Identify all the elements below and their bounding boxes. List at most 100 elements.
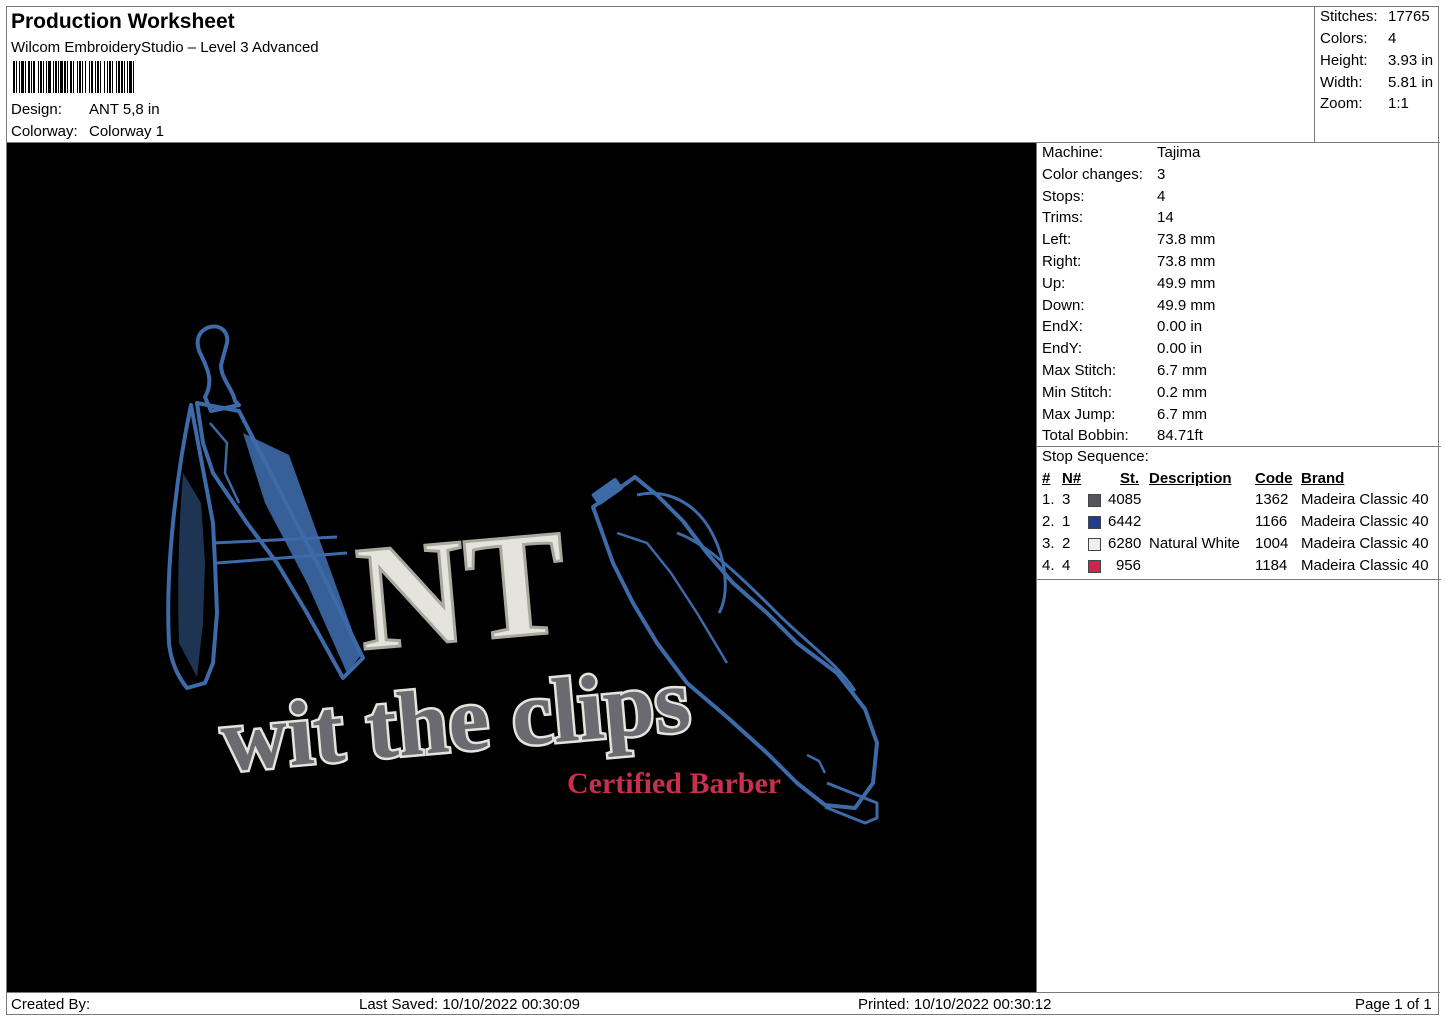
machine-info-row: Right: 73.8 mm (1042, 253, 1215, 270)
machine-info-value: 0.00 in (1157, 318, 1203, 336)
machine-info-label: Max Stitch: (1042, 362, 1117, 379)
tagline-letters: Certified Barber (567, 767, 781, 800)
embroidery-design: NT wit the clips Certified Barber (166, 324, 879, 825)
last-saved: Last Saved: 10/10/2022 00:30:09 (359, 996, 581, 1013)
design-summary: Stitches: 17765 Colors: 4 Height: 3.93 in W… (1314, 7, 1440, 142)
machine-info-label: Machine: (1042, 144, 1103, 161)
width-label: Width: (1320, 74, 1363, 91)
worksheet-footer: Created By: Last Saved: 10/10/2022 00:30… (7, 992, 1440, 1016)
machine-info-value: 73.8 mm (1157, 253, 1216, 270)
worksheet-title: Production Worksheet (11, 10, 235, 33)
design-row: Design: ANT 5,8 in (11, 101, 160, 118)
machine-info-value: 6.7 mm (1157, 405, 1208, 423)
thread-code: 1362 (1255, 491, 1289, 508)
height-value: 3.93 in (1388, 52, 1434, 69)
machine-info-label: Right: (1042, 253, 1082, 270)
machine-info-value: 3 (1157, 165, 1166, 183)
machine-info-panel: Machine: Tajima Color changes: 3 Stops: 4 Trim… (1036, 143, 1441, 992)
width-value: 5.81 in (1388, 74, 1434, 91)
stop-sequence-row: 3. 2 6280 Natural White 1004 Madeira Classic … (1037, 535, 1441, 557)
zoom-value: 1:1 (1388, 95, 1409, 112)
color-swatch-icon (1088, 560, 1101, 573)
machine-info-value: 84.71ft (1157, 427, 1203, 445)
thread-brand: Madeira Classic 40 (1301, 491, 1429, 508)
machine-info-label: Min Stitch: (1042, 383, 1113, 401)
machine-info-row: Up: 49.9 mm (1042, 275, 1215, 292)
machine-info-value: 14 (1157, 209, 1174, 227)
page-number: Page 1 of 1 (1355, 996, 1432, 1013)
machine-info-value: 49.9 mm (1157, 274, 1216, 292)
colors-row: Colors: 4 (1320, 30, 1440, 47)
machine-info-label: Down: (1042, 296, 1085, 314)
colorway-value: Colorway 1 (89, 123, 165, 140)
colorway-row: Colorway: Colorway 1 (11, 123, 164, 140)
stop-sequence-row: 1. 3 4085 1362 Madeira Classic 40 (1037, 491, 1441, 513)
machine-info-row: Trims: 14 (1042, 209, 1174, 226)
thread-brand: Madeira Classic 40 (1301, 535, 1429, 552)
machine-info-row: Stops: 4 (1042, 188, 1165, 205)
machine-info-value: 6.7 mm (1157, 362, 1208, 379)
machine-info-row: Down: 49.9 mm (1042, 297, 1215, 314)
stitches-label: Stitches: (1320, 8, 1378, 25)
machine-info-value: 73.8 mm (1157, 231, 1216, 249)
machine-info-row: EndY: 0.00 in (1042, 340, 1202, 357)
stitch-count: 6280 (1108, 535, 1142, 552)
machine-info-row: Left: 73.8 mm (1042, 231, 1215, 248)
thread-code: 1166 (1255, 513, 1288, 530)
production-worksheet: Production Worksheet Wilcom EmbroiderySt… (6, 6, 1441, 1016)
colors-label: Colors: (1320, 30, 1368, 47)
col-header-description: Description (1149, 470, 1232, 487)
design-preview: NT wit the clips Certified Barber (7, 143, 1036, 992)
zoom-label: Zoom: (1320, 95, 1363, 112)
thread-code: 1184 (1255, 557, 1288, 574)
width-row: Width: 5.81 in (1320, 74, 1440, 91)
stitches-row: Stitches: 17765 (1320, 8, 1440, 25)
machine-info-value: 4 (1157, 187, 1166, 205)
thread-description: Natural White (1149, 535, 1240, 552)
design-line1: NT (351, 499, 573, 683)
stitch-count: 6442 (1108, 513, 1142, 530)
thread-code: 1004 (1255, 535, 1289, 552)
created-by: Created By: (11, 996, 91, 1013)
stop-num: 3. (1042, 535, 1055, 552)
col-header-num: # (1042, 470, 1051, 487)
machine-info-label: Trims: (1042, 209, 1084, 227)
machine-info-row: Total Bobbin: 84.71ft (1042, 427, 1203, 444)
machine-info-value: 0.2 mm (1157, 383, 1208, 401)
stop-sequence-row: 4. 4 956 1184 Madeira Classic 40 (1037, 557, 1441, 579)
machine-info-label: Total Bobbin: (1042, 427, 1129, 445)
color-swatch-icon (1088, 516, 1101, 529)
height-label: Height: (1320, 52, 1368, 69)
machine-info-label: EndX: (1042, 318, 1083, 336)
height-row: Height: 3.93 in (1320, 52, 1440, 69)
machine-info-label: Left: (1042, 231, 1072, 249)
zoom-row: Zoom: 1:1 (1320, 95, 1440, 112)
stitch-count: 956 (1115, 557, 1141, 574)
col-header-code: Code (1255, 470, 1293, 487)
header-info: Production Worksheet Wilcom EmbroiderySt… (7, 7, 1314, 142)
stitch-count: 4085 (1108, 491, 1142, 508)
stop-num: 2. (1042, 513, 1055, 530)
machine-info-value: Tajima (1157, 144, 1201, 161)
machine-info-row: Machine: Tajima (1042, 144, 1200, 161)
machine-info-row: Max Jump: 6.7 mm (1042, 406, 1207, 423)
machine-info-value: 49.9 mm (1157, 296, 1216, 314)
machine-info-label: Color changes: (1042, 165, 1143, 183)
needle-number: 4 (1062, 557, 1071, 574)
divider (1037, 579, 1441, 580)
nt-letters: NT (349, 497, 574, 684)
stop-sequence-title: Stop Sequence: (1042, 448, 1149, 465)
software-name: Wilcom EmbroideryStudio – Level 3 Advanc… (11, 39, 319, 56)
design-value: ANT 5,8 in (89, 101, 160, 118)
needle-number: 3 (1062, 491, 1071, 508)
machine-info-row: Max Stitch: 6.7 mm (1042, 362, 1207, 379)
machine-info-row: Min Stitch: 0.2 mm (1042, 384, 1207, 401)
col-header-brand: Brand (1301, 470, 1345, 487)
machine-info-row: Color changes: 3 (1042, 166, 1165, 183)
stop-num: 4. (1042, 557, 1055, 574)
design-line3: Certified Barber (567, 767, 781, 800)
colors-value: 4 (1388, 30, 1397, 47)
machine-info-row: EndX: 0.00 in (1042, 318, 1202, 335)
colorway-label: Colorway: (11, 123, 78, 140)
barcode-icon (13, 61, 134, 93)
